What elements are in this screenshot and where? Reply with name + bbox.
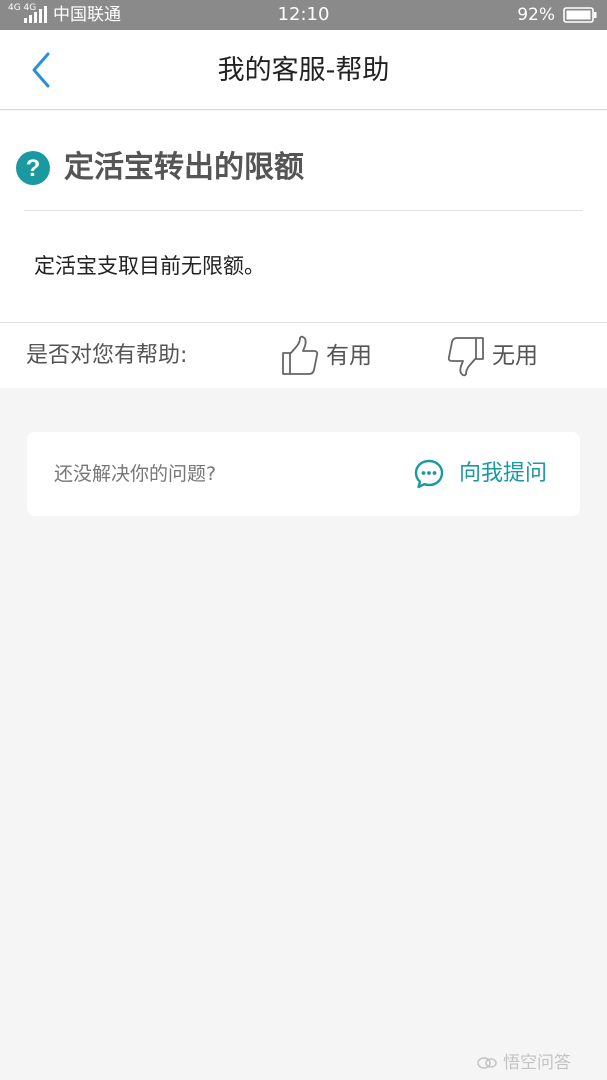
watermark-text: 悟空问答 (503, 1053, 571, 1073)
useful-button[interactable]: 有用 (280, 335, 390, 377)
watermark: 悟空问答 (477, 1052, 597, 1074)
feedback-row: 是否对您有帮助: 有用 无用 (0, 322, 607, 388)
thumbs-up-icon (282, 335, 319, 375)
article-answer: 定活宝支取目前无限额。 (34, 254, 265, 278)
thumbs-down-icon (447, 337, 484, 377)
ask-button-label: 向我提问 (459, 461, 548, 486)
useless-button[interactable]: 无用 (446, 335, 556, 377)
svg-text:?: ? (26, 155, 41, 182)
nav-bar: 我的客服-帮助 (0, 30, 607, 110)
battery-percent: 92% (517, 5, 555, 25)
ask-card: 还没解决你的问题? 向我提问 (27, 432, 580, 516)
battery-icon (563, 7, 597, 23)
useless-label: 无用 (492, 343, 538, 369)
divider (24, 210, 583, 211)
article-card: ? 定活宝转出的限额 定活宝支取目前无限额。 (0, 111, 607, 322)
chat-bubble-icon (414, 459, 444, 489)
clock: 12:10 (277, 4, 330, 25)
status-bar: 4G 4G 中国联通 12:10 92% (0, 0, 607, 30)
feedback-prompt: 是否对您有帮助: (26, 343, 188, 368)
article-title: 定活宝转出的限额 (64, 150, 304, 185)
question-circle-icon: ? (16, 151, 50, 185)
wukong-logo-icon (477, 1057, 497, 1069)
page-title: 我的客服-帮助 (217, 55, 390, 86)
ask-prompt: 还没解决你的问题? (54, 463, 217, 485)
useful-label: 有用 (326, 343, 372, 369)
ask-question-button[interactable]: 向我提问 (413, 454, 563, 494)
